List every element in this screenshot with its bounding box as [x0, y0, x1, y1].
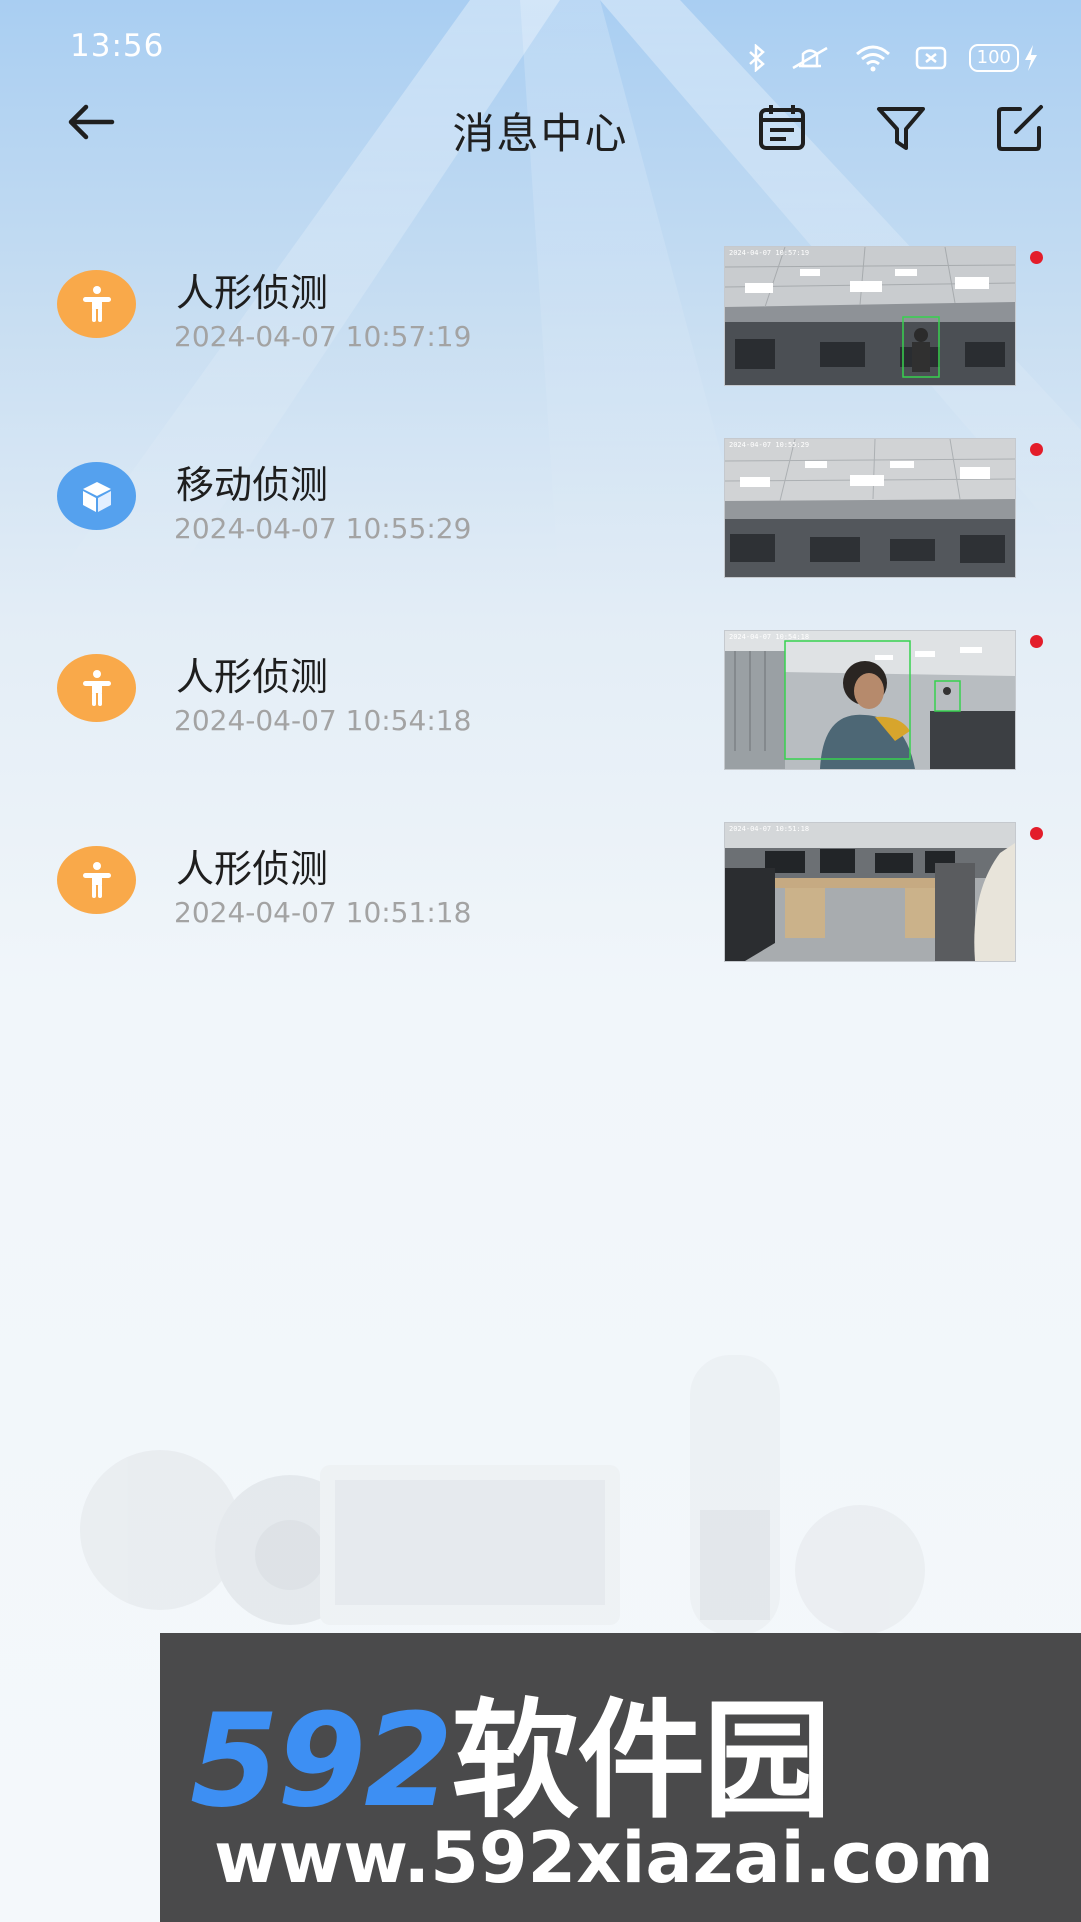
watermark-banner: 592软件园 www.592xiazai.com — [160, 1633, 1081, 1922]
bluetooth-icon — [748, 44, 765, 72]
event-thumbnail[interactable]: 2024-04-07 10:51:18 — [724, 822, 1016, 962]
message-time: 2024-04-07 10:55:29 — [174, 512, 472, 545]
thumb-timestamp: 2024-04-07 10:54:18 — [729, 633, 809, 641]
message-list: 人形侦测 2024-04-07 10:57:19 2024-04-07 10:5… — [0, 240, 1081, 1008]
unread-dot — [1030, 635, 1043, 648]
calendar-button[interactable] — [754, 100, 810, 156]
unread-dot — [1030, 827, 1043, 840]
app-header: 消息中心 — [0, 90, 1081, 160]
message-time: 2024-04-07 10:57:19 — [174, 320, 472, 353]
message-time: 2024-04-07 10:54:18 — [174, 704, 472, 737]
wifi-icon — [855, 45, 890, 72]
battery-indicator: 100 — [968, 44, 1039, 72]
sim-card-icon — [915, 46, 946, 70]
message-time: 2024-04-07 10:51:18 — [174, 896, 472, 929]
message-type: 移动侦测 — [176, 463, 329, 507]
calendar-icon — [759, 105, 805, 150]
unread-dot — [1030, 443, 1043, 456]
filter-icon — [877, 107, 925, 150]
person-icon — [57, 270, 136, 338]
edit-button[interactable] — [992, 100, 1048, 156]
watermark-brand-number: 592 — [190, 1687, 453, 1836]
message-item[interactable]: 人形侦测 2024-04-07 10:54:18 2024-04-07 10:5… — [0, 624, 1081, 816]
status-bar: 13:56 100 — [0, 0, 1081, 90]
mute-icon — [792, 46, 828, 70]
edit-icon — [997, 105, 1043, 151]
message-type: 人形侦测 — [176, 271, 329, 315]
person-icon — [57, 654, 136, 722]
event-thumbnail[interactable]: 2024-04-07 10:57:19 — [724, 246, 1016, 386]
thumb-timestamp: 2024-04-07 10:55:29 — [729, 441, 809, 449]
background-devices-illustration — [80, 1355, 925, 1635]
thumb-timestamp: 2024-04-07 10:57:19 — [729, 249, 809, 257]
charging-icon — [1025, 45, 1037, 71]
message-type: 人形侦测 — [176, 655, 329, 699]
thumb-timestamp: 2024-04-07 10:51:18 — [729, 825, 809, 833]
watermark-brand-name: 软件园 — [451, 1687, 831, 1836]
filter-button[interactable] — [873, 100, 929, 156]
message-item[interactable]: 人形侦测 2024-04-07 10:57:19 2024-04-07 10:5… — [0, 240, 1081, 432]
unread-dot — [1030, 251, 1043, 264]
watermark-brand: 592软件园 — [190, 1657, 831, 1842]
cube-icon — [57, 462, 136, 530]
event-thumbnail[interactable]: 2024-04-07 10:55:29 — [724, 438, 1016, 578]
message-item[interactable]: 移动侦测 2024-04-07 10:55:29 2024-04-07 10:5… — [0, 432, 1081, 624]
event-thumbnail[interactable]: 2024-04-07 10:54:18 — [724, 630, 1016, 770]
watermark-url: www.592xiazai.com — [214, 1817, 994, 1899]
person-icon — [57, 846, 136, 914]
status-time: 13:56 — [70, 28, 165, 64]
battery-level: 100 — [968, 44, 1019, 72]
message-item[interactable]: 人形侦测 2024-04-07 10:51:18 2024-04-07 10:5… — [0, 816, 1081, 1008]
message-type: 人形侦测 — [176, 847, 329, 891]
